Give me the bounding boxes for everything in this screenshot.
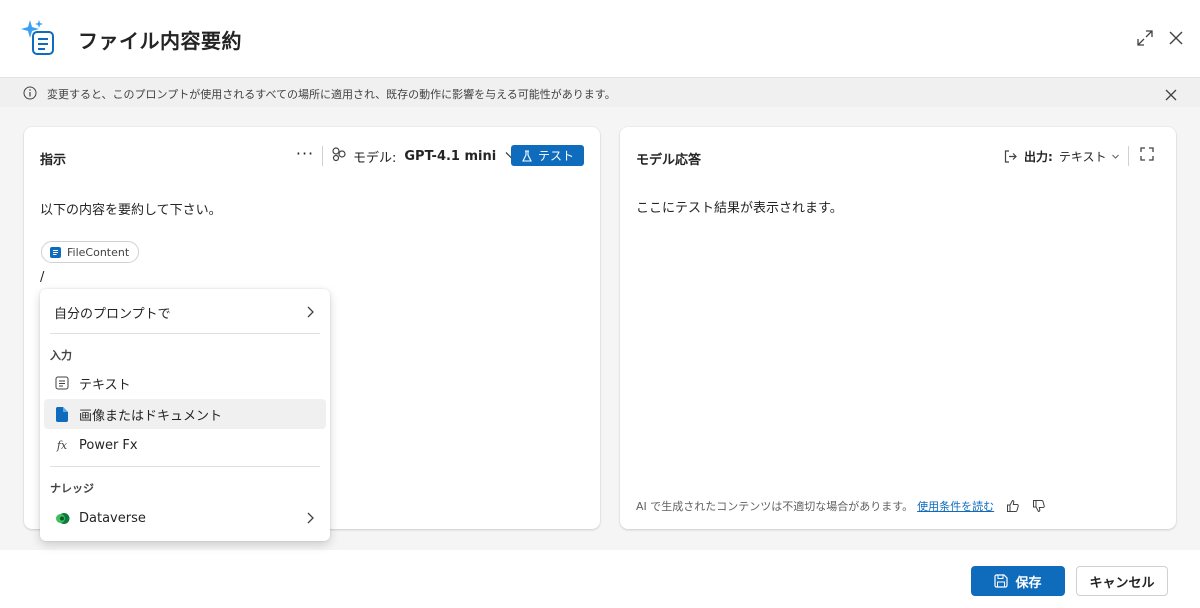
cancel-button[interactable]: キャンセル (1076, 566, 1168, 596)
menu-item-label: 自分のプロンプトで (54, 306, 171, 322)
response-placeholder: ここにテスト結果が表示されます。 (636, 201, 843, 216)
menu-item-label: テキスト (79, 377, 131, 393)
thumbs-down-icon[interactable] (1032, 499, 1046, 513)
response-title: モデル応答 (636, 153, 702, 168)
disclaimer-text: AI で生成されたコンテンツは不適切な場合があります。 (636, 500, 914, 513)
insert-menu: 自分のプロンプトで 入力 テキスト 画像またはドキュメント fx Power F… (40, 289, 330, 541)
model-response-panel: モデル応答 出力: テキスト ここにテスト結果が表示されます。 AI で生成され… (620, 127, 1176, 529)
sparkle-document-icon (18, 18, 58, 58)
banner-message: 変更すると、このプロンプトが使用されるすべての場所に適用され、既存の動作に影響を… (47, 88, 616, 101)
menu-item-label: 画像またはドキュメント (79, 408, 223, 424)
menu-item-text[interactable]: テキスト (44, 368, 326, 398)
divider (1128, 146, 1129, 166)
save-label: 保存 (1015, 575, 1042, 591)
menu-section-knowledge: ナレッジ (50, 482, 94, 495)
menu-item-label: Power Fx (79, 437, 138, 453)
output-format-selector[interactable]: 出力: テキスト (1003, 147, 1120, 165)
file-content-chip[interactable]: FileContent (41, 241, 140, 263)
divider (322, 146, 323, 166)
model-value: GPT-4.1 mini (404, 148, 497, 164)
fullscreen-icon[interactable] (1139, 146, 1155, 166)
menu-item-own-prompt[interactable]: 自分のプロンプトで (44, 297, 326, 327)
save-icon (994, 574, 1009, 588)
info-icon (23, 85, 37, 104)
menu-item-label: Dataverse (79, 510, 146, 526)
text-input-icon (50, 246, 61, 258)
dialog-header: ファイル内容要約 (0, 0, 1200, 77)
menu-item-dataverse[interactable]: Dataverse (44, 503, 326, 533)
model-icon (331, 146, 347, 166)
thumbs-up-icon[interactable] (1006, 499, 1020, 513)
terms-link[interactable]: 使用条件を読む (917, 498, 994, 514)
menu-section-input: 入力 (50, 349, 72, 362)
chevron-right-icon (304, 511, 316, 529)
ai-disclaimer: AI で生成されたコンテンツは不適切な場合があります。 使用条件を読む (636, 498, 1046, 514)
instructions-title: 指示 (40, 153, 67, 168)
flask-icon (521, 149, 533, 162)
test-button[interactable]: テスト (511, 145, 584, 166)
output-value: テキスト (1058, 149, 1107, 164)
menu-item-document[interactable]: 画像またはドキュメント (44, 399, 326, 429)
document-icon (54, 406, 70, 422)
text-icon (54, 375, 70, 391)
test-label: テスト (537, 149, 574, 163)
output-label: 出力: (1024, 149, 1053, 164)
chevron-right-icon (304, 305, 316, 323)
output-icon (1003, 149, 1018, 164)
menu-divider (50, 333, 320, 334)
menu-divider (50, 466, 320, 467)
save-button[interactable]: 保存 (971, 566, 1065, 596)
close-dialog-icon[interactable] (1165, 27, 1187, 49)
prompt-text[interactable]: 以下の内容を要約して下さい。 (40, 199, 222, 218)
close-banner-icon[interactable] (1165, 86, 1177, 105)
model-selector[interactable]: モデル: GPT-4.1 mini (331, 146, 518, 166)
more-options-button[interactable]: ··· (294, 145, 316, 167)
function-icon: fx (56, 438, 68, 452)
slash-command-text[interactable]: / (40, 270, 44, 285)
expand-window-icon[interactable] (1134, 27, 1156, 49)
warning-banner: 変更すると、このプロンプトが使用されるすべての場所に適用され、既存の動作に影響を… (0, 77, 1200, 107)
chevron-down-icon (1111, 152, 1120, 161)
menu-item-powerfx[interactable]: fx Power Fx (44, 430, 326, 460)
page-title: ファイル内容要約 (78, 29, 242, 53)
chip-label: FileContent (67, 245, 130, 259)
model-label: モデル: (353, 150, 397, 166)
dataverse-icon (54, 510, 70, 526)
